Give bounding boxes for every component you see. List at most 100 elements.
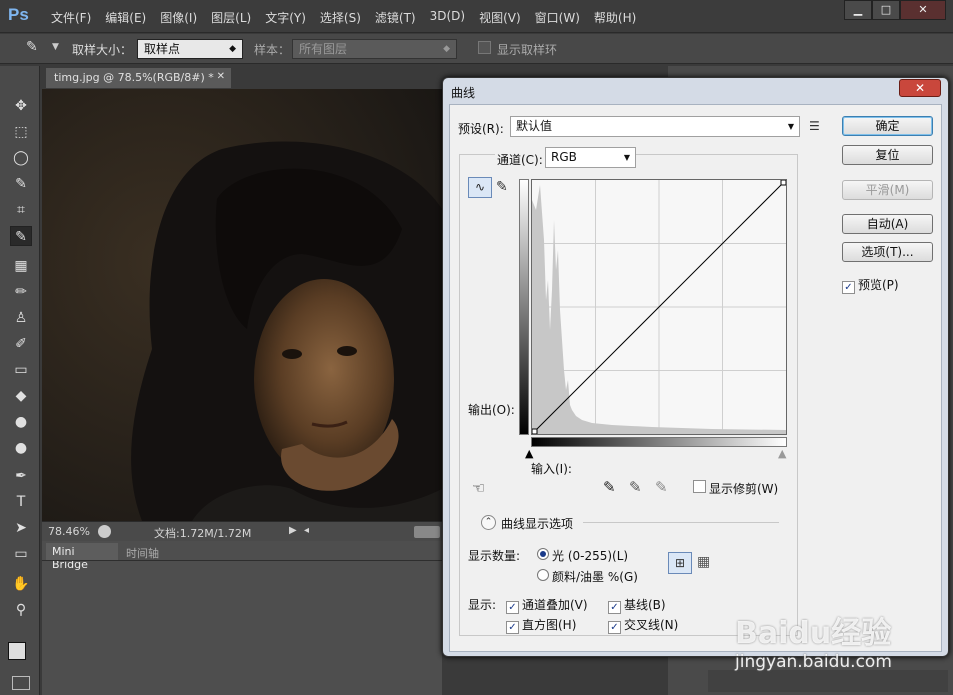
document-canvas[interactable] [42,89,442,521]
preview-label: 预览(P) [858,278,899,292]
ok-button[interactable]: 确定 [842,116,933,136]
baseline-label: 基线(B) [624,598,666,612]
menu-3d[interactable]: 3D(D) [423,9,472,26]
status-arrow-icon[interactable]: ▶ [289,525,297,536]
menu-layer[interactable]: 图层(L) [204,9,258,26]
zoom-tool-icon[interactable]: ⚲ [10,600,32,620]
show-clipping-checkbox[interactable] [693,480,706,494]
menu-view[interactable]: 视图(V) [472,9,528,26]
layers-footer [708,670,948,692]
options-button[interactable]: 选项(T)... [842,242,933,262]
eyedropper-tool-icon[interactable]: ✎ [10,226,32,246]
white-eyedropper-icon[interactable]: ✎ [655,478,668,496]
show-ring-checkbox[interactable] [478,41,491,54]
input-gradient-bar [531,437,787,447]
horizontal-scrollbar[interactable] [414,526,440,538]
channel-select[interactable]: RGB ▼ [545,147,636,168]
sample-size-label: 取样大小： [72,43,133,57]
quick-mask-icon[interactable] [12,676,30,690]
document-tab[interactable]: timg.jpg @ 78.5%(RGB/8#) * ✕ [46,68,231,88]
intersection-checkbox[interactable]: ✓ [608,617,621,634]
chevron-down-icon: ▼ [787,122,794,131]
eraser-tool-icon[interactable]: ▭ [10,360,32,380]
eyedropper-icon[interactable]: ✎ [26,39,38,55]
blur-tool-icon[interactable]: ● [10,412,32,432]
curve-point-white[interactable] [780,180,786,186]
collapse-options-icon[interactable]: ⌃ [481,515,496,530]
gray-eyedropper-icon[interactable]: ✎ [629,478,642,496]
stamp-tool-icon[interactable]: ♙ [10,308,32,328]
smooth-button[interactable]: 平滑(M) [842,180,933,200]
close-tab-icon[interactable]: ✕ [217,71,225,82]
histogram-checkbox[interactable]: ✓ [506,617,519,634]
healing-tool-icon[interactable]: ▦ [10,256,32,276]
curve-plot [532,180,786,434]
menu-filter[interactable]: 滤镜(T) [368,9,423,26]
chevron-down-icon[interactable]: ▼ [52,42,59,52]
scroll-left-icon[interactable]: ◂ [304,525,309,536]
histogram-label: 直方图(H) [522,618,577,632]
quick-select-tool-icon[interactable]: ✎ [10,174,32,194]
zoom-level[interactable]: 78.46% [48,525,90,538]
preset-value: 默认值 [516,119,553,133]
maximize-button[interactable]: □ [872,0,900,20]
pigment-radio[interactable] [537,569,549,581]
status-icon[interactable] [98,525,111,538]
path-select-tool-icon[interactable]: ➤ [10,518,32,538]
menu-select[interactable]: 选择(S) [313,9,368,26]
dodge-tool-icon[interactable]: ● [10,438,32,458]
brush-tool-icon[interactable]: ✏ [10,282,32,302]
pencil-tool-icon[interactable]: ✎ [496,179,508,195]
channel-overlays-checkbox[interactable]: ✓ [506,597,519,614]
channel-label: 通道(C): [495,151,545,168]
target-adjust-hand-icon[interactable]: ☜ [472,479,485,497]
close-button[interactable]: ✕ [900,0,946,20]
preview-checkbox[interactable]: ✓ [842,277,855,294]
white-point-slider[interactable]: ▲ [778,447,786,460]
black-eyedropper-icon[interactable]: ✎ [603,478,616,496]
curves-graph[interactable] [531,179,787,435]
reset-button[interactable]: 复位 [842,145,933,165]
photo-image [42,89,442,521]
pen-tool-icon[interactable]: ✒ [10,466,32,486]
preset-select[interactable]: 默认值 ▼ [510,116,800,137]
curve-edit-tool-icon[interactable]: ∿ [468,177,492,198]
shape-tool-icon[interactable]: ▭ [10,544,32,564]
output-label: 输出(O): [468,403,515,417]
menu-image[interactable]: 图像(I) [153,9,204,26]
auto-button[interactable]: 自动(A) [842,214,933,234]
bottom-panel: Mini Bridge 时间轴 [42,541,442,695]
show-label: 显示: [468,598,497,612]
hand-tool-icon[interactable]: ✋ [10,574,32,594]
menu-help[interactable]: 帮助(H) [587,9,643,26]
preset-label: 预设(R): [458,122,504,136]
sample-size-value: 取样点 [144,42,181,56]
menu-edit[interactable]: 编辑(E) [98,9,153,26]
preset-options-icon[interactable]: ☰ [809,119,820,133]
history-brush-icon[interactable]: ✐ [10,334,32,354]
foreground-color-swatch[interactable] [8,642,26,660]
black-point-slider[interactable]: ▲ [525,447,533,460]
tab-mini-bridge[interactable]: Mini Bridge [46,543,118,571]
crop-tool-icon[interactable]: ⌗ [10,200,32,220]
marquee-tool-icon[interactable]: ⬚ [10,122,32,142]
light-radio[interactable] [537,548,549,560]
baseline-checkbox[interactable]: ✓ [608,597,621,614]
simple-grid-icon[interactable]: ⊞ [668,552,692,574]
bucket-tool-icon[interactable]: ◆ [10,386,32,406]
channel-value: RGB [551,150,577,164]
menu-window[interactable]: 窗口(W) [528,9,587,26]
menu-type[interactable]: 文字(Y) [258,9,313,26]
type-tool-icon[interactable]: T [10,492,32,512]
dialog-close-button[interactable]: ✕ [899,79,941,97]
move-tool-icon[interactable]: ✥ [10,96,32,116]
curve-point-black[interactable] [532,428,538,434]
watermark-url: jingyan.baidu.com [735,652,892,672]
menu-file[interactable]: 文件(F) [44,9,98,26]
detailed-grid-icon[interactable]: ▦ [697,554,710,570]
sample-select[interactable]: 所有图层 ◆ [292,39,457,59]
minimize-button[interactable]: ▁ [844,0,872,20]
sample-size-select[interactable]: 取样点 ◆ [137,39,243,59]
pigment-radio-label: 颜料/油墨 %(G) [552,570,638,584]
lasso-tool-icon[interactable]: ◯ [10,148,32,168]
